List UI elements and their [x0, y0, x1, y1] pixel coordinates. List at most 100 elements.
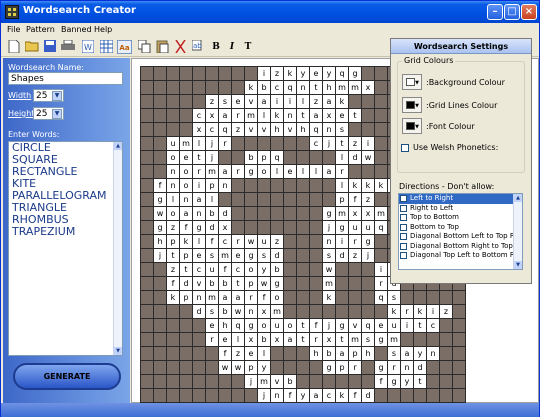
grid-cell-filled[interactable] — [374, 388, 388, 403]
grid-cell-filled[interactable] — [335, 304, 349, 319]
grid-cell-letter[interactable]: g — [192, 220, 206, 235]
print-icon[interactable] — [61, 39, 75, 54]
grid-cell-letter[interactable]: s — [322, 248, 336, 263]
grid-cell-letter[interactable]: m — [257, 374, 271, 389]
grid-cell-letter[interactable]: v — [348, 318, 362, 333]
direction-item[interactable]: Right to Left — [399, 204, 522, 214]
grid-cell-letter[interactable]: l — [192, 234, 206, 249]
grid-cell-letter[interactable]: n — [322, 122, 336, 137]
maximize-button[interactable]: □ — [504, 4, 520, 20]
grid-cell-filled[interactable] — [348, 276, 362, 291]
grid-cell-letter[interactable]: g — [374, 360, 388, 375]
grid-cell-filled[interactable] — [218, 388, 232, 403]
grid-cell-filled[interactable] — [153, 94, 167, 109]
grid-cell-filled[interactable] — [166, 374, 180, 389]
grid-cell-letter[interactable]: c — [218, 234, 232, 249]
grid-cell-filled[interactable] — [270, 136, 284, 151]
grid-cell-filled[interactable] — [374, 80, 388, 95]
grid-cell-letter[interactable]: e — [205, 318, 219, 333]
grid-cell-filled[interactable] — [374, 108, 388, 123]
grid-cell-letter[interactable]: m — [335, 80, 349, 95]
grid-cell-letter[interactable]: x — [322, 332, 336, 347]
grid-cell-letter[interactable]: x — [218, 220, 232, 235]
grid-cell-filled[interactable] — [205, 66, 219, 81]
grid-cell-filled[interactable] — [400, 388, 414, 403]
grid-cell-filled[interactable] — [192, 346, 206, 361]
grid-cell-filled[interactable] — [335, 262, 349, 277]
grid-cell-letter[interactable]: e — [335, 108, 349, 123]
grid-cell-filled[interactable] — [361, 290, 375, 305]
grid-cell-filled[interactable] — [309, 192, 323, 207]
grid-cell-filled[interactable] — [374, 192, 388, 207]
grid-cell-filled[interactable] — [140, 290, 154, 305]
grid-cell-letter[interactable]: a — [309, 108, 323, 123]
grid-cell-filled[interactable] — [452, 304, 466, 319]
grid-cell-filled[interactable] — [153, 388, 167, 403]
grid-cell-letter[interactable]: p — [244, 360, 258, 375]
grid-cell-letter[interactable]: i — [270, 94, 284, 109]
grid-cell-letter[interactable]: z — [270, 66, 284, 81]
direction-checkbox[interactable] — [400, 223, 407, 231]
grid-cell-filled[interactable] — [166, 66, 180, 81]
grid-cell-filled[interactable] — [374, 122, 388, 137]
grid-cell-letter[interactable]: b — [322, 346, 336, 361]
grid-cell-letter[interactable]: h — [218, 318, 232, 333]
grid-cell-letter[interactable]: u — [270, 318, 284, 333]
grid-cell-letter[interactable]: h — [322, 80, 336, 95]
grid-cell-letter[interactable]: x — [361, 80, 375, 95]
grid-cell-letter[interactable]: v — [270, 374, 284, 389]
grid-cell-letter[interactable]: l — [296, 164, 310, 179]
bold-icon[interactable]: B — [209, 40, 223, 54]
grid-cell-filled[interactable] — [361, 94, 375, 109]
grid-cell-filled[interactable] — [439, 332, 453, 347]
grid-cell-filled[interactable] — [283, 248, 297, 263]
new-icon[interactable] — [7, 39, 21, 54]
grid-cell-letter[interactable]: f — [374, 374, 388, 389]
grid-cell-filled[interactable] — [179, 122, 193, 137]
grid-cell-letter[interactable]: q — [374, 220, 388, 235]
grid-cell-filled[interactable] — [140, 276, 154, 291]
save-icon[interactable] — [43, 40, 57, 54]
grid-cell-letter[interactable]: u — [257, 234, 271, 249]
grid-cell-filled[interactable] — [374, 94, 388, 109]
grid-cell-filled[interactable] — [452, 290, 466, 305]
grid-cell-letter[interactable]: u — [348, 220, 362, 235]
grid-cell-letter[interactable]: p — [205, 178, 219, 193]
grid-cell-letter[interactable]: k — [387, 304, 401, 319]
grid-cell-letter[interactable]: e — [244, 346, 258, 361]
grid-cell-filled[interactable] — [322, 178, 336, 193]
grid-cell-letter[interactable]: i — [400, 318, 414, 333]
grid-cell-letter[interactable]: a — [322, 94, 336, 109]
welsh-phonetics-checkbox[interactable] — [401, 144, 409, 152]
grid-cell-filled[interactable] — [140, 150, 154, 165]
grid-cell-letter[interactable]: z — [439, 304, 453, 319]
grid-cell-letter[interactable]: k — [283, 66, 297, 81]
grid-cell-filled[interactable] — [205, 374, 219, 389]
grid-cell-letter[interactable]: a — [335, 346, 349, 361]
grid-cell-filled[interactable] — [153, 164, 167, 179]
grid-cell-letter[interactable]: x — [244, 332, 258, 347]
grid-cell-filled[interactable] — [283, 262, 297, 277]
paste-icon[interactable] — [155, 40, 169, 54]
grid-cell-filled[interactable] — [179, 304, 193, 319]
grid-cell-letter[interactable]: x — [322, 108, 336, 123]
grid-cell-filled[interactable] — [140, 234, 154, 249]
grid-cell-letter[interactable]: w — [257, 276, 271, 291]
grid-cell-letter[interactable]: f — [218, 346, 232, 361]
grid-cell-letter[interactable]: n — [192, 206, 206, 221]
grid-cell-letter[interactable]: d — [361, 388, 375, 403]
generate-button[interactable]: GENERATE — [13, 363, 121, 390]
grid-cell-letter[interactable]: y — [413, 346, 427, 361]
grid-cell-filled[interactable] — [244, 136, 258, 151]
grid-cell-letter[interactable]: r — [348, 234, 362, 249]
grid-cell-letter[interactable]: b — [257, 80, 271, 95]
grid-cell-filled[interactable] — [257, 136, 271, 151]
grid-cell-letter[interactable]: u — [387, 318, 401, 333]
grid-cell-letter[interactable]: v — [244, 94, 258, 109]
grid-cell-filled[interactable] — [153, 108, 167, 123]
grid-cell-filled[interactable] — [296, 150, 310, 165]
scroll-up-icon[interactable]: ▲ — [114, 142, 122, 150]
grid-cell-letter[interactable]: n — [270, 388, 284, 403]
grid-cell-filled[interactable] — [348, 304, 362, 319]
grid-cell-letter[interactable]: t — [192, 150, 206, 165]
